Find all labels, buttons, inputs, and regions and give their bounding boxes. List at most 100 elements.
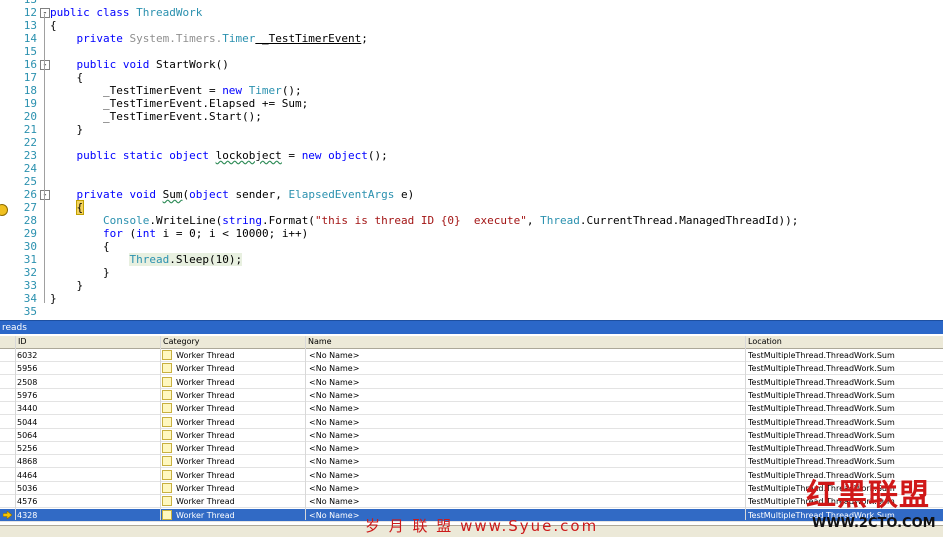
thread-location: TestMultipleThread.ThreadWork.Sum: [748, 457, 895, 467]
thread-row[interactable]: 5976 Worker Thread <No Name> TestMultipleTh…: [0, 389, 943, 402]
line-number: 24: [23, 162, 37, 175]
header-category[interactable]: Category: [160, 336, 305, 348]
code-line[interactable]: 19 _TestTimerEvent.Elapsed += Sum;: [0, 97, 943, 110]
collapse-outline-icon[interactable]: -: [40, 60, 50, 70]
code-text[interactable]: public void StartWork(): [50, 58, 228, 71]
code-text[interactable]: }: [50, 292, 57, 305]
worker-thread-icon: [162, 429, 172, 440]
thread-row[interactable]: 5956 Worker Thread <No Name> TestMultipleTh…: [0, 362, 943, 376]
code-text[interactable]: public static object lockobject = new ob…: [50, 149, 388, 162]
thread-category: Worker Thread: [176, 404, 235, 414]
thread-row[interactable]: 4576 Worker Thread <No Name> TestMultipleTh…: [0, 495, 943, 509]
code-token: ();: [367, 149, 388, 162]
code-token: object: [189, 188, 229, 201]
collapse-outline-icon[interactable]: -: [40, 8, 50, 18]
code-token: ,: [526, 214, 541, 227]
thread-row[interactable]: 5256 Worker Thread <No Name> TestMultipleTh…: [0, 442, 943, 456]
code-line[interactable]: 15: [0, 45, 943, 58]
code-line[interactable]: 18 _TestTimerEvent = new Timer();: [0, 84, 943, 97]
thread-id: 4868: [17, 457, 38, 467]
code-text[interactable]: private System.Timers.Timer _TestTimerEv…: [50, 32, 367, 45]
thread-location: TestMultipleThread.ThreadWork.Sum: [748, 430, 895, 440]
code-line[interactable]: 29 for (int i = 0; i < 10000; i++): [0, 227, 943, 240]
thread-name: <No Name>: [309, 457, 360, 467]
code-token: ElapsedEventArgs: [288, 188, 395, 201]
code-text[interactable]: public class ThreadWork: [50, 6, 202, 19]
worker-thread-icon: [162, 469, 172, 480]
code-text[interactable]: Thread.Sleep(10);: [50, 253, 243, 266]
code-line[interactable]: 22: [0, 136, 943, 149]
thread-location: TestMultipleThread.ThreadWork.Sum: [748, 390, 895, 400]
code-token: }: [50, 279, 84, 292]
code-token: =: [281, 149, 302, 162]
code-line[interactable]: 14 private System.Timers.Timer _TestTime…: [0, 32, 943, 45]
collapse-outline-icon[interactable]: -: [40, 190, 50, 200]
code-token: i = 0; i < 10000; i++): [155, 227, 309, 240]
code-token: }: [50, 123, 84, 136]
code-text[interactable]: {: [50, 240, 110, 253]
header-id[interactable]: ID: [15, 336, 160, 348]
code-line[interactable]: 35: [0, 305, 943, 318]
code-token: Timer: [248, 84, 282, 97]
code-line[interactable]: 13 {: [0, 19, 943, 32]
code-line[interactable]: 25: [0, 175, 943, 188]
thread-row[interactable]: 4464 Worker Thread <No Name> TestMultipleTh…: [0, 469, 943, 482]
header-location[interactable]: Location: [745, 336, 943, 348]
code-token: Sum: [162, 188, 183, 201]
code-line[interactable]: 33 }: [0, 279, 943, 292]
threads-window[interactable]: reads ID Category Name Location 6032 Work…: [0, 320, 943, 537]
thread-row[interactable]: 6032 Worker Thread <No Name> TestMultipleTh…: [0, 349, 943, 362]
code-line[interactable]: 31 Thread.Sleep(10);: [0, 253, 943, 266]
code-text[interactable]: {: [50, 71, 83, 84]
code-text[interactable]: private void Sum(object sender, ElapsedE…: [50, 188, 414, 201]
header-name[interactable]: Name: [305, 336, 745, 348]
code-line[interactable]: 12- public class ThreadWork: [0, 6, 943, 19]
code-text[interactable]: {: [50, 19, 57, 32]
code-line[interactable]: 27 {: [0, 200, 943, 215]
code-token: .WriteLine(: [149, 214, 223, 227]
code-line[interactable]: 34}: [0, 292, 943, 305]
code-token: private void: [50, 188, 163, 201]
code-line[interactable]: 24: [0, 162, 943, 175]
code-text[interactable]: _TestTimerEvent.Start();: [50, 110, 262, 123]
thread-row[interactable]: 5036 Worker Thread <No Name> TestMultipleTh…: [0, 482, 943, 495]
code-token: _TestTimerEvent: [255, 32, 362, 45]
code-text[interactable]: {: [50, 200, 85, 215]
code-line[interactable]: 23 public static object lockobject = new…: [0, 149, 943, 162]
thread-row[interactable]: 2508 Worker Thread <No Name> TestMultipleTh…: [0, 376, 943, 389]
worker-thread-icon: [162, 363, 172, 374]
thread-row[interactable]: 5044 Worker Thread <No Name> TestMultipleTh…: [0, 416, 943, 429]
thread-id: 4464: [17, 470, 38, 480]
worker-thread-icon: [162, 416, 172, 427]
code-line[interactable]: 20 _TestTimerEvent.Start();: [0, 110, 943, 123]
code-text[interactable]: _TestTimerEvent.Elapsed += Sum;: [50, 97, 308, 110]
current-thread-arrow-icon: [3, 510, 12, 519]
code-line[interactable]: 32 }: [0, 266, 943, 279]
code-line[interactable]: 28 Console.WriteLine(string.Format("this…: [0, 214, 943, 227]
code-line[interactable]: 30 {: [0, 240, 943, 253]
thread-row[interactable]: 4868 Worker Thread <No Name> TestMultipleTh…: [0, 455, 943, 469]
thread-category: Worker Thread: [176, 377, 235, 387]
code-text[interactable]: }: [50, 279, 83, 292]
thread-name: <No Name>: [309, 444, 360, 454]
header-flag-column[interactable]: [0, 336, 15, 348]
code-text[interactable]: Console.WriteLine(string.Format("this is…: [50, 214, 798, 227]
code-line[interactable]: 16- public void StartWork(): [0, 58, 943, 71]
code-line[interactable]: 21 }: [0, 123, 943, 136]
line-number: 25: [23, 175, 37, 188]
code-text[interactable]: _TestTimerEvent = new Timer();: [50, 84, 302, 97]
code-line[interactable]: 26- private void Sum(object sender, Elap…: [0, 188, 943, 201]
code-text[interactable]: }: [50, 123, 83, 136]
code-text[interactable]: for (int i = 0; i < 10000; i++): [50, 227, 308, 240]
thread-row[interactable]: 5064 Worker Thread <No Name> TestMultipleTh…: [0, 429, 943, 442]
code-editor[interactable]: 1312-public class ThreadWork13{14 privat…: [0, 0, 943, 320]
worker-thread-icon: [162, 403, 172, 414]
thread-location: TestMultipleThread.ThreadWork.Sum: [748, 444, 895, 454]
code-line[interactable]: 17 {: [0, 71, 943, 84]
thread-row[interactable]: 3440 Worker Thread <No Name> TestMultipleTh…: [0, 402, 943, 416]
thread-name: <No Name>: [309, 497, 360, 507]
line-number: 16: [23, 58, 37, 71]
code-text[interactable]: }: [50, 266, 110, 279]
code-token: int: [136, 227, 156, 240]
worker-thread-icon: [162, 456, 172, 467]
